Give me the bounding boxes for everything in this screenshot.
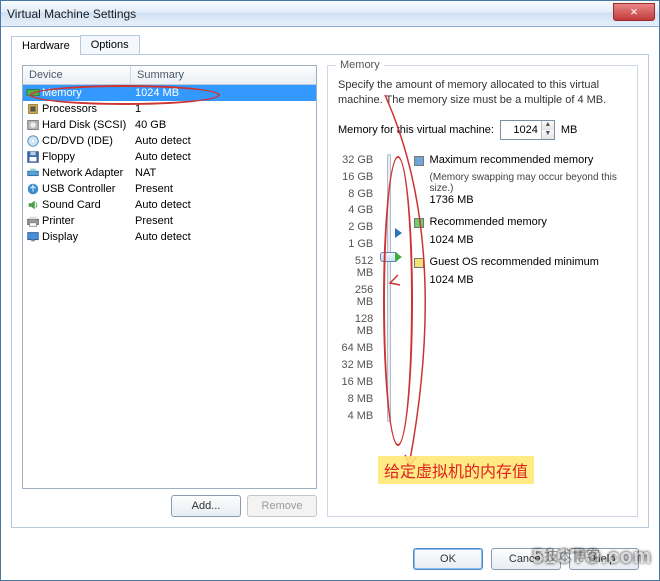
tick-label: 8 GB [338, 188, 373, 200]
min-swatch-icon [414, 258, 424, 268]
memory-panel: Memory Specify the amount of memory allo… [327, 65, 638, 517]
legend-max-val: 1736 MB [430, 194, 627, 206]
memory-unit: MB [561, 124, 578, 136]
tick-label: 512 MB [338, 255, 373, 279]
window-title: Virtual Machine Settings [7, 7, 136, 21]
device-name: Sound Card [41, 199, 131, 211]
memory-input[interactable] [501, 124, 541, 136]
slider-ticks: 32 GB 16 GB 8 GB 4 GB 2 GB 1 GB 512 MB 256 MB 12… [338, 154, 377, 422]
device-summary: Auto detect [131, 135, 314, 147]
memory-label: Memory for this virtual machine: [338, 124, 494, 136]
tick-label: 8 MB [338, 393, 373, 405]
legend-rec-val: 1024 MB [430, 234, 627, 246]
close-icon[interactable]: × [613, 3, 655, 21]
spinner-up-icon[interactable]: ▲ [542, 121, 554, 130]
device-name: Processors [41, 103, 131, 115]
tick-label: 32 GB [338, 154, 373, 166]
device-name: Printer [41, 215, 131, 227]
device-summary: Auto detect [131, 199, 314, 211]
tick-label: 16 GB [338, 171, 373, 183]
sound-icon [25, 198, 41, 212]
rec-swatch-icon [414, 218, 424, 228]
device-row[interactable]: FloppyAuto detect [23, 149, 316, 165]
device-name: Display [41, 231, 131, 243]
help-button[interactable]: Help [569, 548, 639, 570]
rec-marker-icon [395, 252, 402, 262]
tab-hardware[interactable]: Hardware [11, 36, 81, 55]
device-list: Device Summary Memory1024 MBProcessors1H… [22, 65, 317, 489]
device-summary: Present [131, 183, 314, 195]
tick-label: 256 MB [338, 284, 373, 308]
network-icon [25, 166, 41, 180]
max-marker-icon [395, 228, 402, 238]
remove-button: Remove [247, 495, 317, 517]
tick-label: 128 MB [338, 313, 373, 337]
tab-strip: Hardware Options [11, 35, 649, 55]
max-swatch-icon [414, 156, 424, 166]
device-row[interactable]: DisplayAuto detect [23, 229, 316, 245]
settings-window: Virtual Machine Settings × Hardware Opti… [0, 0, 660, 581]
titlebar[interactable]: Virtual Machine Settings × [1, 1, 659, 27]
device-summary: Auto detect [131, 151, 314, 163]
memory-description: Specify the amount of memory allocated t… [338, 78, 627, 108]
spinner-down-icon[interactable]: ▼ [542, 130, 554, 139]
tick-label: 32 MB [338, 359, 373, 371]
memory-spinner[interactable]: ▲ ▼ [500, 120, 555, 140]
device-name: CD/DVD (IDE) [41, 135, 131, 147]
device-row[interactable]: Network AdapterNAT [23, 165, 316, 181]
group-label: Memory [336, 59, 384, 71]
add-button[interactable]: Add... [171, 495, 241, 517]
device-name: Hard Disk (SCSI) [41, 119, 131, 131]
cpu-icon [25, 102, 41, 116]
device-row[interactable]: USB ControllerPresent [23, 181, 316, 197]
tick-label: 4 GB [338, 204, 373, 216]
tick-label: 1 GB [338, 238, 373, 250]
col-device[interactable]: Device [23, 66, 131, 84]
device-row[interactable]: Processors1 [23, 101, 316, 117]
ok-button[interactable]: OK [413, 548, 483, 570]
col-summary[interactable]: Summary [131, 66, 316, 84]
tick-label: 16 MB [338, 376, 373, 388]
cancel-button[interactable]: Cancel [491, 548, 561, 570]
tick-label: 2 GB [338, 221, 373, 233]
device-summary: NAT [131, 167, 314, 179]
device-name: Floppy [41, 151, 131, 163]
legend-min-val: 1024 MB [430, 274, 627, 286]
cd-icon [25, 134, 41, 148]
device-row[interactable]: Hard Disk (SCSI)40 GB [23, 117, 316, 133]
memory-slider[interactable] [377, 154, 399, 422]
legend-max: Maximum recommended memory [430, 154, 594, 166]
device-name: USB Controller [41, 183, 131, 195]
display-icon [25, 230, 41, 244]
device-name: Network Adapter [41, 167, 131, 179]
device-name: Memory [41, 87, 131, 99]
device-summary: Auto detect [131, 231, 314, 243]
memory-icon [25, 86, 41, 100]
device-row[interactable]: Sound CardAuto detect [23, 197, 316, 213]
legend-max-note: (Memory swapping may occur beyond this s… [430, 172, 627, 194]
device-row[interactable]: PrinterPresent [23, 213, 316, 229]
device-summary: 1 [131, 103, 314, 115]
legend-rec: Recommended memory [430, 216, 547, 228]
tick-label: 4 MB [338, 410, 373, 422]
device-summary: Present [131, 215, 314, 227]
printer-icon [25, 214, 41, 228]
device-row[interactable]: CD/DVD (IDE)Auto detect [23, 133, 316, 149]
device-row[interactable]: Memory1024 MB [23, 85, 316, 101]
legend-min: Guest OS recommended minimum [430, 256, 599, 268]
hdd-icon [25, 118, 41, 132]
floppy-icon [25, 150, 41, 164]
device-summary: 1024 MB [131, 87, 314, 99]
tick-label: 64 MB [338, 342, 373, 354]
usb-icon [25, 182, 41, 196]
device-summary: 40 GB [131, 119, 314, 131]
tab-options[interactable]: Options [80, 35, 140, 54]
